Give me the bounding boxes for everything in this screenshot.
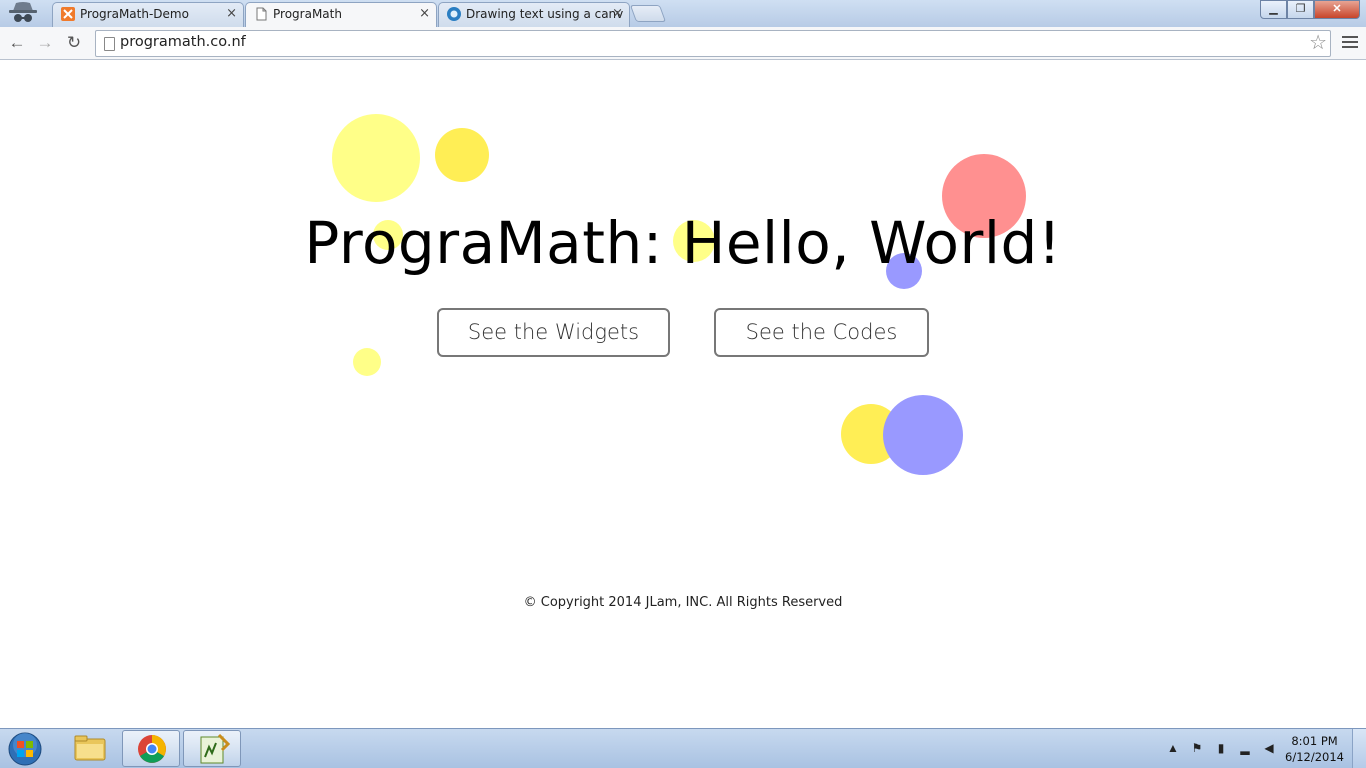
taskbar-explorer[interactable] bbox=[61, 730, 119, 767]
bubble bbox=[332, 114, 420, 202]
tab-close-icon[interactable]: × bbox=[612, 3, 623, 25]
url-text[interactable]: programath.co.nf bbox=[120, 34, 246, 50]
bubble bbox=[435, 128, 489, 182]
tab-title: PrograMath-Demo bbox=[80, 7, 189, 21]
page-icon bbox=[256, 7, 267, 21]
taskbar-editor[interactable] bbox=[183, 730, 241, 767]
windows-start-icon[interactable] bbox=[5, 731, 45, 767]
forward-button[interactable]: → bbox=[34, 33, 56, 53]
xampp-icon bbox=[61, 7, 75, 21]
notepad-icon bbox=[200, 733, 231, 764]
minimize-button[interactable]: ▁ bbox=[1260, 0, 1287, 19]
maximize-button[interactable]: ❐ bbox=[1287, 0, 1314, 19]
chrome-menu-icon[interactable] bbox=[1342, 33, 1358, 53]
clock-date: 6/12/2014 bbox=[1285, 750, 1344, 764]
copyright-footer: © Copyright 2014 JLam, INC. All Rights R… bbox=[523, 595, 843, 610]
bookmark-star-icon[interactable]: ☆ bbox=[1309, 32, 1327, 54]
network-signal-icon[interactable]: ▂ bbox=[1238, 741, 1252, 755]
address-bar[interactable]: programath.co.nf ☆ bbox=[95, 30, 1331, 57]
incognito-icon bbox=[9, 2, 37, 22]
tab-drawing-text[interactable]: Drawing text using a canv × bbox=[438, 2, 630, 27]
tab-close-icon[interactable]: × bbox=[226, 3, 237, 25]
see-widgets-button[interactable]: See the Widgets bbox=[437, 308, 670, 357]
reload-button[interactable]: ↻ bbox=[63, 33, 85, 53]
chrome-icon bbox=[138, 735, 166, 763]
taskbar-clock[interactable]: 8:01 PM 6/12/2014 bbox=[1285, 733, 1344, 765]
close-window-button[interactable]: ✕ bbox=[1314, 0, 1360, 19]
taskbar-chrome[interactable] bbox=[122, 730, 180, 767]
show-hidden-icons-arrow-icon[interactable]: ▲ bbox=[1166, 741, 1180, 755]
see-codes-button[interactable]: See the Codes bbox=[714, 308, 929, 357]
browser-tab-strip: PrograMath-Demo × Drawing text using a c… bbox=[0, 0, 1366, 27]
battery-icon[interactable]: ▮ bbox=[1214, 741, 1228, 755]
page-headline: PrograMath: Hello, World! bbox=[304, 209, 1062, 277]
mdn-icon bbox=[447, 7, 461, 21]
show-desktop-button[interactable] bbox=[1352, 729, 1366, 768]
clock-time: 8:01 PM bbox=[1291, 734, 1338, 748]
tab-title: PrograMath bbox=[273, 7, 342, 21]
browser-toolbar: ← → ↻ programath.co.nf ☆ bbox=[0, 27, 1366, 60]
tab-title: Drawing text using a canv bbox=[466, 7, 624, 21]
folder-icon bbox=[74, 735, 106, 761]
bubble bbox=[353, 348, 381, 376]
volume-muted-icon[interactable]: ◀ bbox=[1262, 741, 1276, 755]
page-viewport: PrograMath: Hello, World! See the Widget… bbox=[0, 61, 1366, 728]
tab-close-icon[interactable]: × bbox=[419, 3, 430, 25]
windows-taskbar: ▲ ⚑ ▮ ▂ ◀ 8:01 PM 6/12/2014 bbox=[0, 728, 1366, 768]
window-controls: ▁ ❐ ✕ bbox=[1260, 0, 1360, 19]
back-button[interactable]: ← bbox=[6, 33, 28, 53]
tab-programath[interactable]: PrograMath × bbox=[245, 2, 437, 27]
tab-programath-demo[interactable]: PrograMath-Demo × bbox=[52, 2, 244, 27]
new-tab-button[interactable] bbox=[629, 5, 667, 22]
bubble bbox=[883, 395, 963, 475]
action-center-flag-icon[interactable]: ⚑ bbox=[1190, 741, 1204, 755]
system-tray: ▲ ⚑ ▮ ▂ ◀ bbox=[1166, 741, 1276, 755]
page-info-icon[interactable] bbox=[104, 37, 115, 51]
